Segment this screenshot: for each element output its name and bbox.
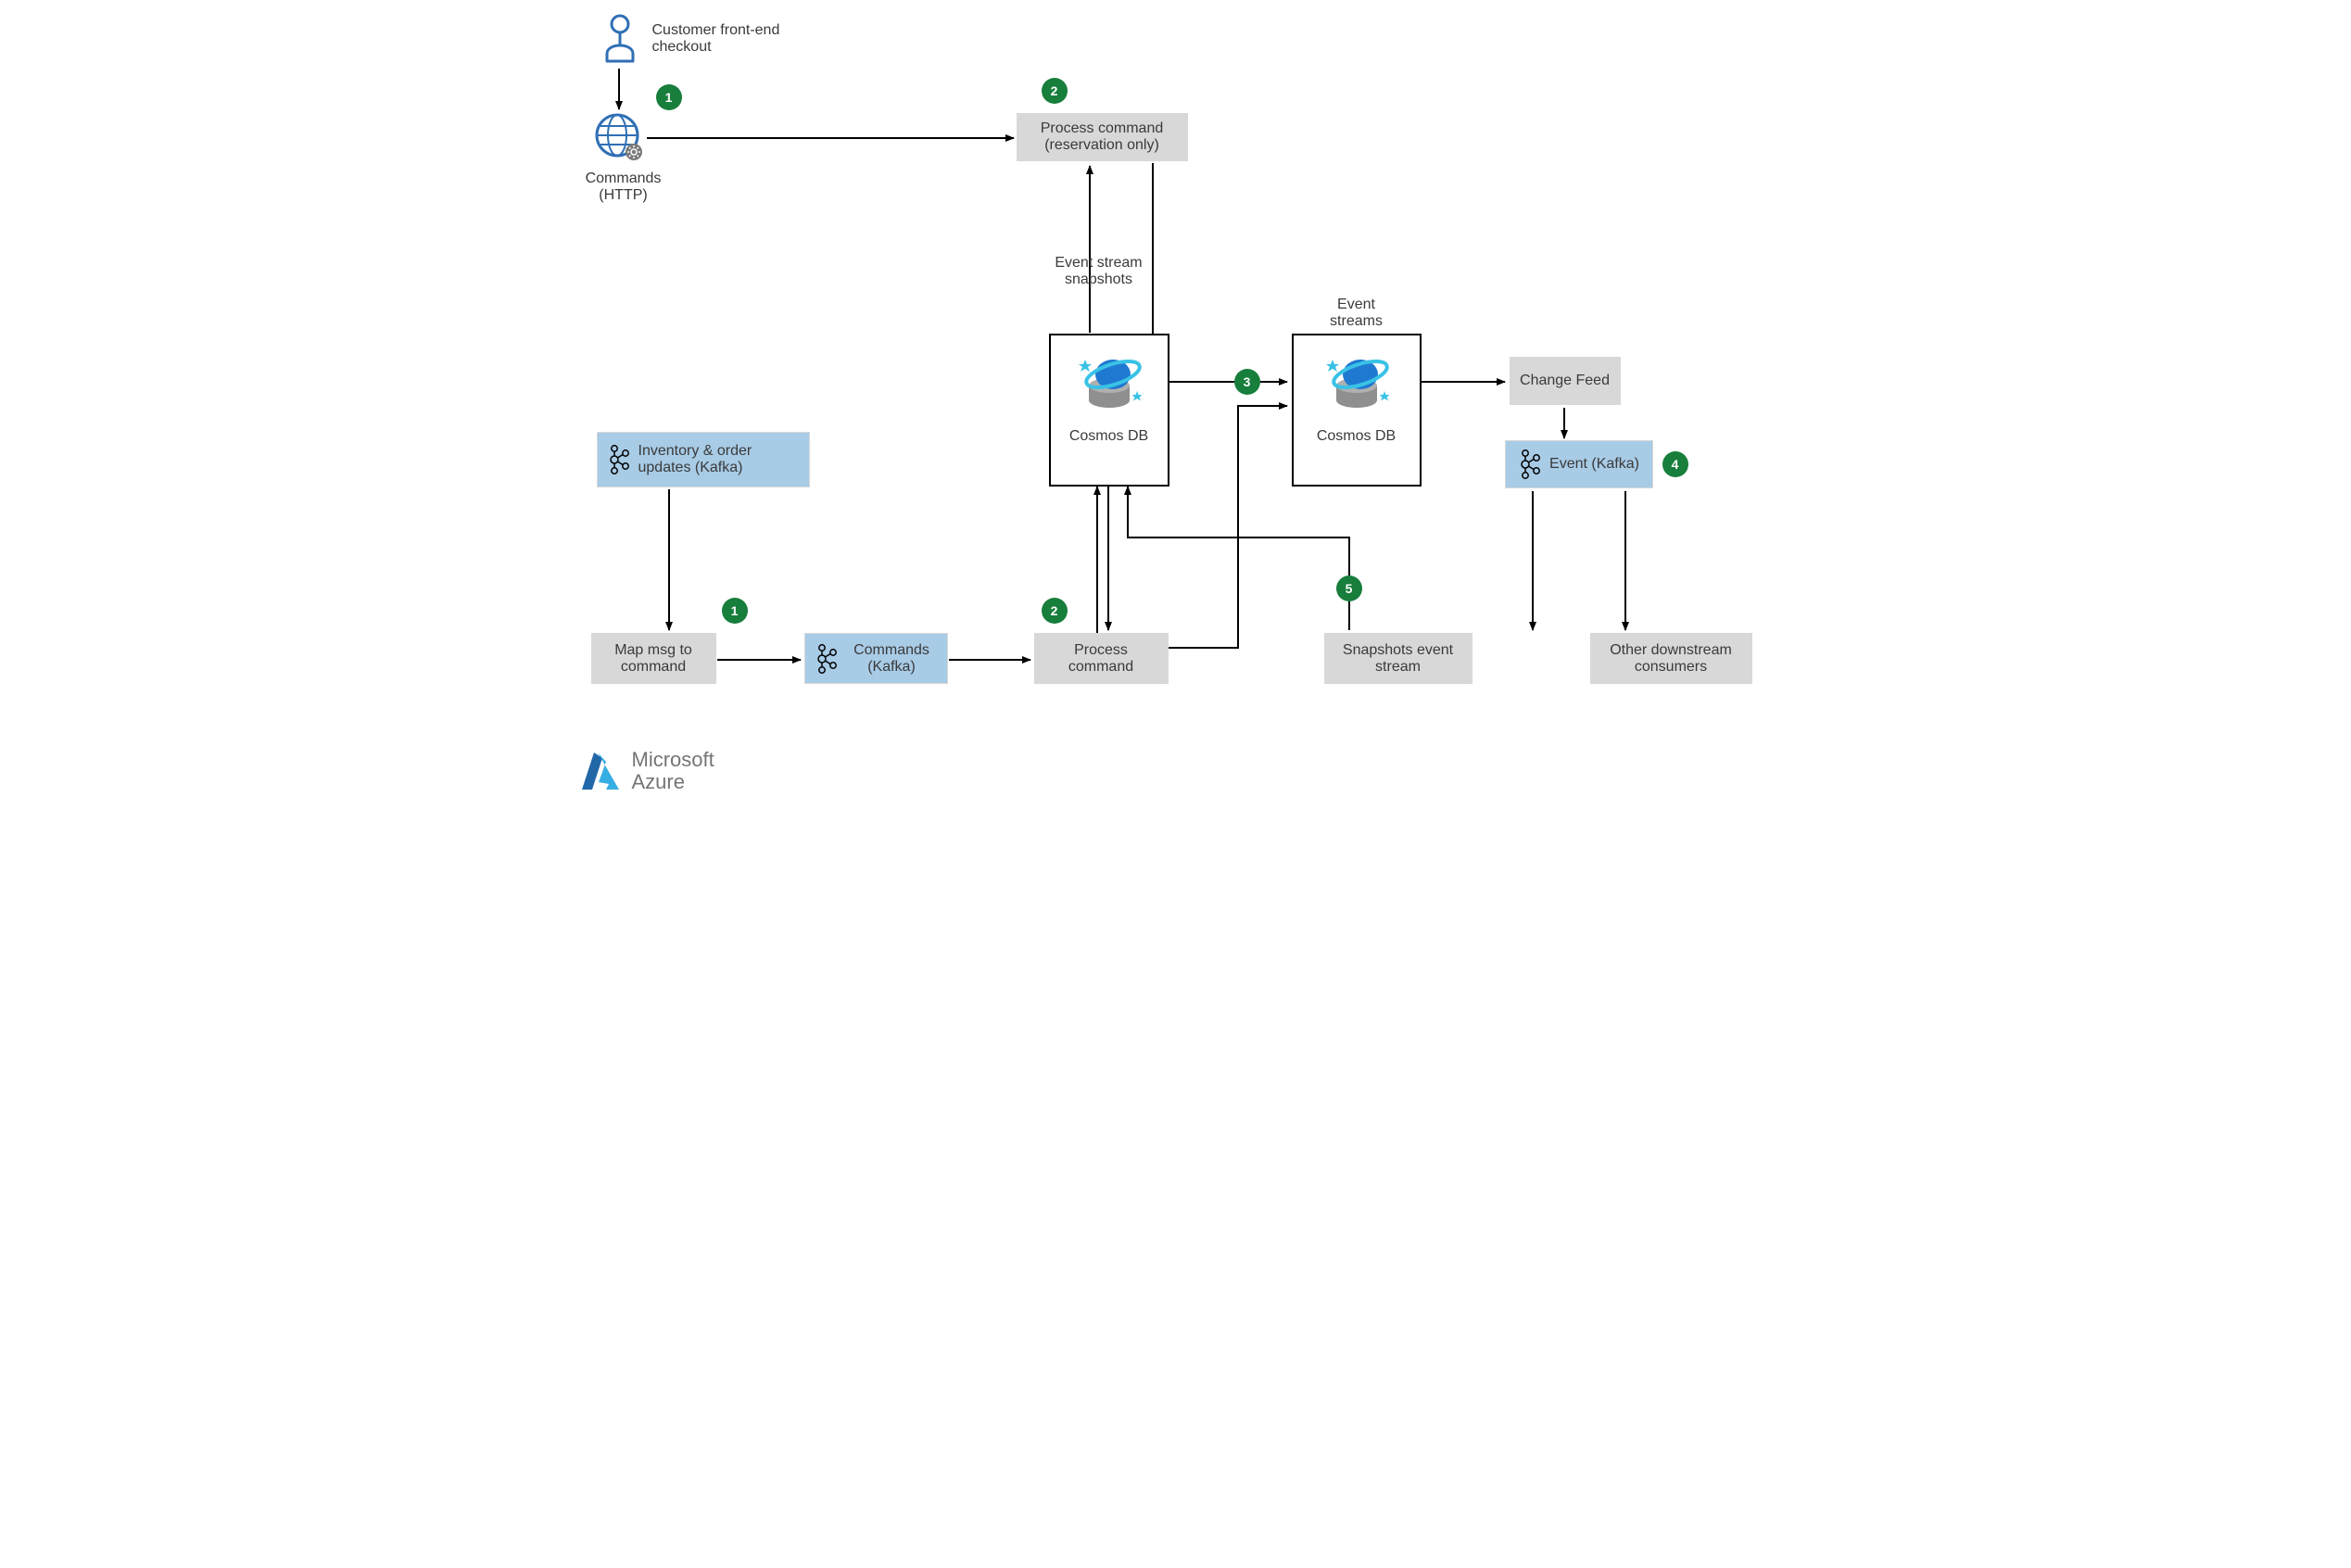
inventory-updates-label: Inventory & order updates (Kafka): [638, 443, 800, 476]
map-msg-box: Map msg to command: [591, 633, 716, 684]
commands-kafka-box: Commands (Kafka): [804, 633, 948, 684]
step-badge-3: 3: [1234, 369, 1260, 395]
kafka-icon: [607, 444, 629, 475]
event-stream-snapshots-label: Event stream snapshots: [1048, 255, 1150, 288]
kafka-icon: [1518, 449, 1540, 480]
step-badge-1-top: 1: [656, 84, 682, 110]
process-command-reservation-label: Process command (reservation only): [1027, 120, 1178, 154]
inventory-updates-box: Inventory & order updates (Kafka): [597, 432, 810, 487]
event-kafka-box: Event (Kafka): [1505, 440, 1653, 488]
snapshots-event-stream-label: Snapshots event stream: [1334, 642, 1462, 676]
cosmos-db-box-2: Cosmos DB: [1292, 334, 1422, 487]
process-command-reservation-box: Process command (reservation only): [1017, 113, 1188, 161]
azure-logo-text-1: Microsoft: [632, 749, 714, 771]
commands-kafka-label: Commands (Kafka): [846, 642, 938, 676]
commands-http-label: Commands (HTTP): [575, 171, 673, 204]
cosmos-db-icon: [1320, 347, 1394, 421]
change-feed-box: Change Feed: [1510, 357, 1621, 405]
cosmos-db-label-1: Cosmos DB: [1069, 428, 1148, 445]
step-badge-2-bottom: 2: [1042, 598, 1068, 624]
step-badge-4: 4: [1662, 451, 1688, 477]
azure-logo-text-2: Azure: [632, 771, 714, 793]
step-badge-5: 5: [1336, 575, 1362, 601]
other-consumers-box: Other downstream consumers: [1590, 633, 1752, 684]
cosmos-db-icon: [1072, 347, 1146, 421]
kafka-icon: [815, 643, 837, 675]
snapshots-event-stream-box: Snapshots event stream: [1324, 633, 1473, 684]
customer-frontend-label: Customer front-end checkout: [652, 22, 801, 56]
cosmos-db-box-1: Cosmos DB: [1049, 334, 1169, 487]
user-icon: [601, 13, 638, 70]
event-streams-label: Event streams: [1320, 297, 1394, 330]
step-badge-1-bottom: 1: [722, 598, 748, 624]
azure-logo: Microsoft Azure: [578, 749, 714, 793]
process-command-box: Process command: [1034, 633, 1169, 684]
other-consumers-label: Other downstream consumers: [1600, 642, 1742, 676]
change-feed-label: Change Feed: [1520, 373, 1610, 389]
azure-logo-icon: [578, 749, 623, 793]
event-kafka-label: Event (Kafka): [1549, 456, 1639, 473]
process-command-label: Process command: [1044, 642, 1158, 676]
step-badge-2-top: 2: [1042, 78, 1068, 104]
map-msg-label: Map msg to command: [601, 642, 706, 676]
globe-icon: [593, 111, 647, 170]
cosmos-db-label-2: Cosmos DB: [1317, 428, 1396, 445]
